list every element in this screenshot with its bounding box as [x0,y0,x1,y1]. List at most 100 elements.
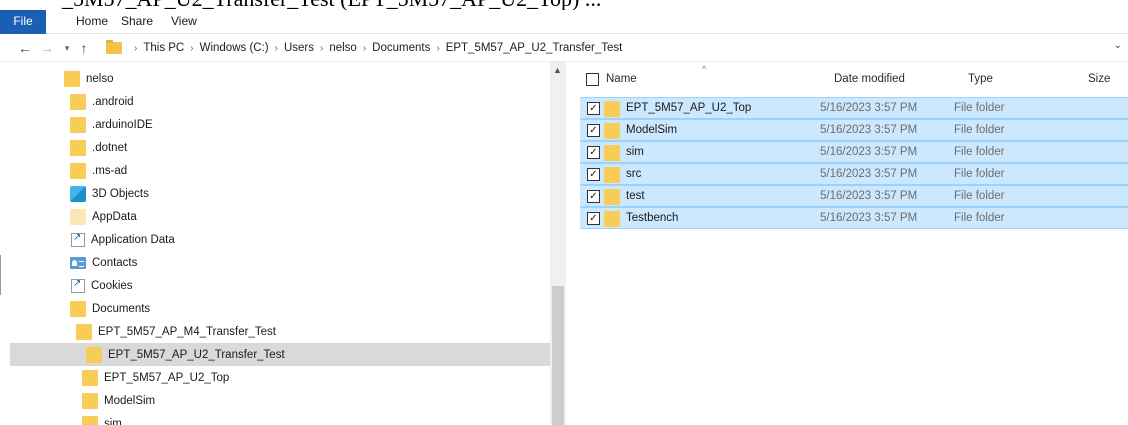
tab-view[interactable]: View [161,10,207,34]
ribbon-tabs: File Home Share View [0,10,1128,34]
row-checkbox[interactable]: ✓ [587,124,600,137]
row-checkbox[interactable]: ✓ [587,190,600,203]
nav-item-sim[interactable]: sim [0,412,550,425]
navigation-pane: nelso .android .arduinoIDE .dotnet .ms-a… [0,62,566,425]
breadcrumb-separator-icon[interactable]: › [275,43,278,54]
column-header-name[interactable]: Name [606,62,637,96]
nav-item-application-data[interactable]: Application Data [0,228,550,251]
scroll-thumb[interactable] [552,286,564,425]
shortcut-icon [71,278,85,293]
nav-item-appdata[interactable]: AppData [0,205,550,228]
folder-icon [604,122,620,139]
nav-item-m4-transfer-test[interactable]: EPT_5M57_AP_M4_Transfer_Test [0,320,550,343]
breadcrumb[interactable]: › This PC › Windows (C:) › Users › nelso… [106,37,1128,59]
row-type: File folder [954,212,1005,224]
tab-file[interactable]: File [0,10,46,34]
row-checkbox[interactable]: ✓ [587,146,600,159]
nav-item-cookies[interactable]: Cookies [0,274,550,297]
row-date: 5/16/2023 3:57 PM [820,168,918,180]
row-date: 5/16/2023 3:57 PM [820,146,918,158]
nav-item-android[interactable]: .android [0,90,550,113]
folder-icon [86,346,102,363]
breadcrumb-nelso[interactable]: nelso [329,42,357,54]
breadcrumb-separator-icon[interactable]: › [190,43,193,54]
folder-icon [70,93,86,110]
forward-arrow-icon[interactable]: → [38,39,56,57]
3d-objects-icon [70,185,86,202]
breadcrumb-separator-icon[interactable]: › [134,43,137,54]
nav-item-contacts[interactable]: Contacts [0,251,550,274]
scroll-up-arrow-icon[interactable]: ▲ [553,65,562,75]
row-name: ModelSim [626,124,678,136]
nav-item-u2-transfer-test[interactable]: EPT_5M57_AP_U2_Transfer_Test [10,343,550,366]
row-checkbox[interactable]: ✓ [587,168,600,181]
row-type: File folder [954,168,1005,180]
folder-icon [604,166,620,183]
nav-item-ms-ad[interactable]: .ms-ad [0,159,550,182]
folder-icon [70,139,86,156]
file-list: Name ^ Date modified Type Size ✓ EPT_5M5… [566,62,1128,425]
window-title: _5M57_AP_U2_Transfer_Test (EPT_5M57_AP_U… [62,0,601,10]
breadcrumb-users[interactable]: Users [284,42,314,54]
table-row[interactable]: ✓ src 5/16/2023 3:57 PM File folder [580,163,1128,185]
location-folder-icon [106,40,122,54]
row-name: sim [626,146,644,158]
breadcrumb-current-folder[interactable]: EPT_5M57_AP_U2_Transfer_Test [446,42,623,54]
folder-icon [604,100,620,117]
folder-icon [70,116,86,133]
table-row[interactable]: ✓ Testbench 5/16/2023 3:57 PM File folde… [580,207,1128,229]
folder-icon [82,392,98,409]
row-date: 5/16/2023 3:57 PM [820,124,918,136]
row-type: File folder [954,124,1005,136]
row-name: test [626,190,645,202]
nav-item-3d-objects[interactable]: 3D Objects [0,182,550,205]
window-edge [0,255,1,295]
back-arrow-icon[interactable]: ← [16,39,34,57]
breadcrumb-windows-c[interactable]: Windows (C:) [200,42,269,54]
breadcrumb-this-pc[interactable]: This PC [143,42,184,54]
table-row[interactable]: ✓ test 5/16/2023 3:57 PM File folder [580,185,1128,207]
breadcrumb-separator-icon[interactable]: › [363,43,366,54]
tab-share[interactable]: Share [111,10,163,34]
recent-locations-chevron-icon[interactable]: ▾ [58,39,76,57]
folder-icon [82,415,98,425]
row-checkbox[interactable]: ✓ [587,212,600,225]
nav-item-documents[interactable]: Documents [0,297,550,320]
window-title-strip: _5M57_AP_U2_Transfer_Test (EPT_5M57_AP_U… [0,0,1128,10]
nav-item-modelsim[interactable]: ModelSim [0,389,550,412]
table-row[interactable]: ✓ sim 5/16/2023 3:57 PM File folder [580,141,1128,163]
nav-item-dotnet[interactable]: .dotnet [0,136,550,159]
breadcrumb-separator-icon[interactable]: › [320,43,323,54]
row-name: EPT_5M57_AP_U2_Top [626,102,752,114]
nav-scrollbar[interactable]: ▲ [550,62,566,425]
column-header-date-modified[interactable]: Date modified [834,62,905,96]
select-all-checkbox[interactable] [586,73,599,86]
folder-icon [82,369,98,386]
table-row[interactable]: ✓ EPT_5M57_AP_U2_Top 5/16/2023 3:57 PM F… [580,97,1128,119]
row-type: File folder [954,102,1005,114]
row-name: Testbench [626,212,679,224]
up-arrow-icon[interactable]: ↑ [75,39,93,57]
folder-icon [604,188,620,205]
nav-item-arduinoide[interactable]: .arduinoIDE [0,113,550,136]
breadcrumb-documents[interactable]: Documents [372,42,430,54]
row-type: File folder [954,146,1005,158]
nav-item-u2-top[interactable]: EPT_5M57_AP_U2_Top [0,366,550,389]
folder-icon [64,70,80,87]
column-header-type[interactable]: Type [968,62,993,96]
contacts-icon [70,256,86,269]
folder-icon [604,210,620,227]
row-type: File folder [954,190,1005,202]
shortcut-icon [71,232,85,247]
folder-icon [604,144,620,161]
address-dropdown-chevron-icon[interactable]: ⌄ [1114,40,1122,51]
sort-ascending-icon: ^ [702,64,707,74]
nav-item-nelso[interactable]: nelso [0,67,550,90]
row-name: src [626,168,642,180]
folder-icon [70,300,86,317]
address-bar-row: ← → ▾ ↑ › This PC › Windows (C:) › Users… [0,34,1128,62]
table-row[interactable]: ✓ ModelSim 5/16/2023 3:57 PM File folder [580,119,1128,141]
column-header-size[interactable]: Size [1088,62,1110,96]
breadcrumb-separator-icon[interactable]: › [436,43,439,54]
row-checkbox[interactable]: ✓ [587,102,600,115]
